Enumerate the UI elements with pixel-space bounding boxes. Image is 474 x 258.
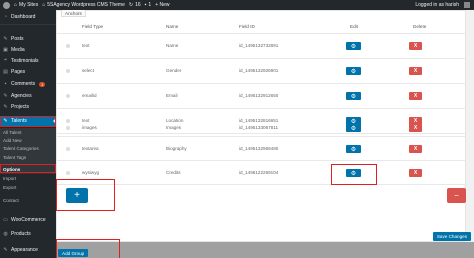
gear-icon: ⚙ <box>350 146 357 153</box>
appearance-icon: ✎ <box>3 246 8 253</box>
delete-field-button[interactable]: X <box>409 169 422 177</box>
delete-field-button[interactable]: X <box>409 145 422 153</box>
my-sites-link[interactable]: ⌂ My Sites <box>14 2 38 8</box>
table-row: select Gender id_1495132926901 ⚙ X <box>56 59 466 83</box>
menu-pages[interactable]: ▤ Pages <box>0 67 56 77</box>
delete-field-button[interactable]: X <box>409 124 422 132</box>
home-icon: ⌂ <box>14 2 18 8</box>
edit-field-button[interactable]: ⚙ <box>346 124 361 132</box>
submenu-import[interactable]: Import <box>3 176 16 181</box>
woocommerce-icon: ▭ <box>3 216 8 223</box>
tab-anchors[interactable]: Anchors <box>61 10 86 17</box>
submenu-add-new[interactable]: Add New <box>3 138 22 143</box>
avatar <box>464 2 470 8</box>
quote-icon: ❝ <box>4 57 7 64</box>
menu-media[interactable]: ▣ Media <box>0 45 56 55</box>
new-content-link[interactable]: + New <box>155 2 169 8</box>
row-handle[interactable] <box>66 69 70 73</box>
comment-icon: ▪ <box>144 2 147 8</box>
pin-icon: ✎ <box>3 35 8 42</box>
menu-separator <box>0 24 56 25</box>
column-header-delete: Delete <box>413 24 427 29</box>
gear-icon: ⚙ <box>350 93 357 100</box>
menu-dashboard[interactable]: ◔ Dashboard <box>0 12 56 22</box>
wordpress-logo-icon[interactable] <box>3 1 10 9</box>
talents-icon: ✎ <box>3 117 8 124</box>
save-changes-button[interactable]: Save Changes <box>432 232 471 241</box>
account-link[interactable]: Logged in as harish <box>415 2 470 8</box>
delete-field-button[interactable]: X <box>409 42 422 50</box>
gear-icon: ⚙ <box>350 43 357 50</box>
submenu-options[interactable]: Options <box>3 167 20 172</box>
row-handle[interactable] <box>66 171 70 175</box>
projects-icon: ✎ <box>3 103 8 110</box>
table-header: Field Type Name Field ID Edit Delete <box>56 24 466 32</box>
menu-posts[interactable]: ✎ Posts <box>0 34 56 44</box>
menu-projects[interactable]: ✎ Projects <box>0 102 56 112</box>
row-handle[interactable] <box>66 126 70 130</box>
comments-count-badge: 1 <box>39 81 46 87</box>
gear-icon: ⚙ <box>350 170 357 177</box>
edit-field-button[interactable]: ⚙ <box>346 169 361 177</box>
add-field-button[interactable]: + <box>66 188 88 203</box>
delete-field-button[interactable]: X <box>409 67 422 75</box>
submenu-contact[interactable]: Contact <box>3 198 19 203</box>
admin-bar: ⌂ My Sites ⌂ 5SAgency Wordpress CMS Them… <box>0 0 474 10</box>
table-row: wysiwyg Credits id_1496122269104 ⚙ X <box>56 161 466 185</box>
column-header-edit: Edit <box>350 24 358 29</box>
table-row: text Name id_1495132732891 ⚙ X <box>56 34 466 58</box>
agencies-icon: ✎ <box>3 92 8 99</box>
dashboard-icon: ◔ <box>3 13 8 20</box>
add-group-button[interactable]: Add Group <box>58 249 89 257</box>
menu-testimonials[interactable]: ❝ Testimonials <box>0 56 56 66</box>
updates-link[interactable]: ↻ 16 <box>129 2 141 8</box>
submenu-talent-tags[interactable]: Talent Tags <box>3 155 26 160</box>
menu-agencies[interactable]: ✎ Agencies <box>0 91 56 101</box>
menu-comments[interactable]: ▪ Comments 1 <box>0 79 56 89</box>
site-name-link[interactable]: ⌂ 5SAgency Wordpress CMS Theme <box>42 2 125 8</box>
submenu-talent-categories[interactable]: Talent Categories <box>3 146 39 151</box>
media-icon: ▣ <box>3 46 8 53</box>
table-row: emailid Email id_1495132912650 ⚙ X <box>56 84 466 108</box>
gear-icon: ⚙ <box>350 125 357 132</box>
gear-icon: ⚙ <box>350 68 357 75</box>
row-handle[interactable] <box>66 94 70 98</box>
column-header-field-id: Field ID <box>239 24 255 29</box>
footer-bar <box>56 242 474 258</box>
table-row: textarea Biography id_1495132969480 ⚙ X <box>56 137 466 161</box>
delete-field-button[interactable]: X <box>409 92 422 100</box>
menu-woocommerce[interactable]: ▭ WooCommerce <box>0 215 56 225</box>
column-header-name: Name <box>166 24 179 29</box>
menu-appearance[interactable]: ✎ Appearance <box>0 245 56 255</box>
house-icon: ⌂ <box>42 2 46 8</box>
comments-icon: ▪ <box>4 80 7 87</box>
row-handle[interactable] <box>66 147 70 151</box>
edit-field-button[interactable]: ⚙ <box>346 67 361 75</box>
menu-talents[interactable]: ✎ Talents <box>0 116 56 126</box>
edit-field-button[interactable]: ⚙ <box>346 145 361 153</box>
row-handle[interactable] <box>66 44 70 48</box>
products-icon: ◍ <box>3 230 8 237</box>
comments-link[interactable]: ▪ 1 <box>145 2 152 8</box>
divider <box>56 184 466 185</box>
pages-icon: ▤ <box>3 68 8 75</box>
column-header-field-type: Field Type <box>82 24 104 29</box>
edit-field-button[interactable]: ⚙ <box>346 42 361 50</box>
remove-group-button[interactable]: − <box>447 188 466 203</box>
menu-products[interactable]: ◍ Products <box>0 229 56 239</box>
updates-icon: ↻ <box>128 2 134 8</box>
submenu-export[interactable]: Export <box>3 185 16 190</box>
submenu-all-talent[interactable]: All Talent <box>3 130 22 135</box>
edit-field-button[interactable]: ⚙ <box>346 92 361 100</box>
